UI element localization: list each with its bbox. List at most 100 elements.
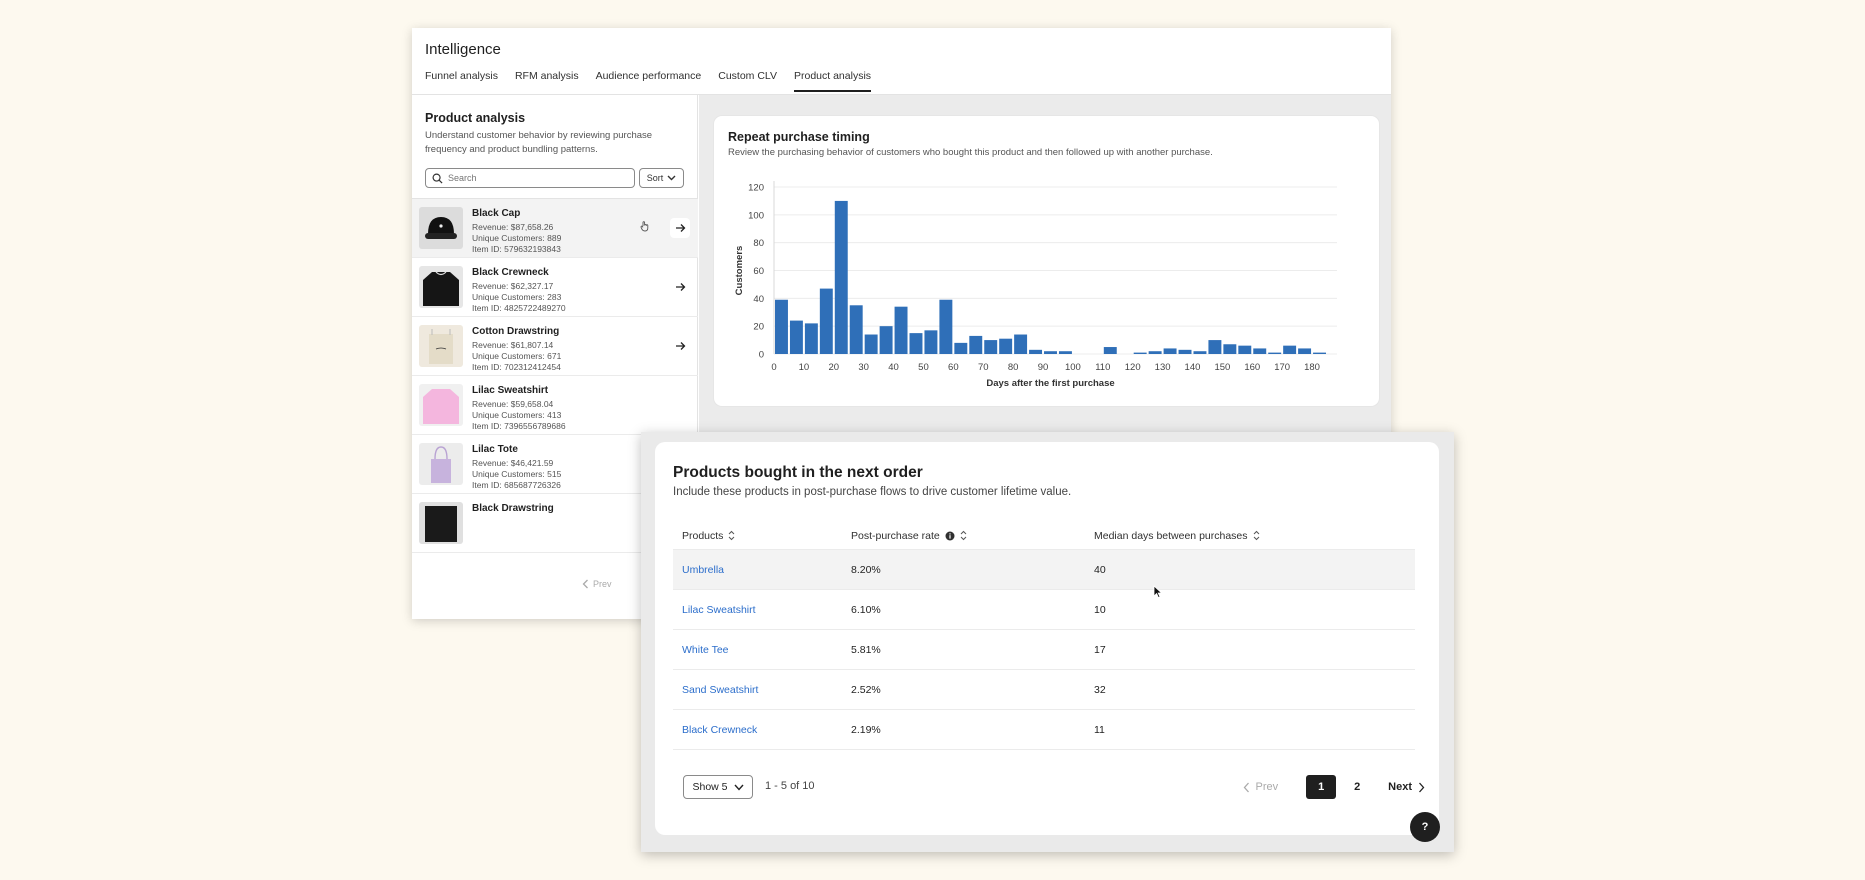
page-size-select[interactable]: Show 5 [683, 775, 753, 799]
product-item[interactable]: Lilac Sweatshirt Revenue: $59,658.04 Uni… [412, 376, 698, 435]
column-products[interactable]: Products [682, 522, 735, 549]
black-drawstring-thumbnail [419, 502, 463, 544]
column-median-days[interactable]: Median days between purchases [1094, 522, 1260, 549]
open-product-button[interactable] [670, 218, 690, 238]
next-label: Next [1388, 781, 1412, 793]
product-link[interactable]: Lilac Sweatshirt [682, 604, 756, 616]
product-revenue: Revenue: $59,658.04 [472, 399, 554, 409]
histogram-bar [804, 323, 818, 354]
prev-label: Prev [1255, 781, 1279, 793]
tab-audience-performance[interactable]: Audience performance [596, 70, 702, 92]
search-input[interactable] [448, 173, 628, 183]
y-tick-label: 60 [753, 266, 764, 277]
histogram-bar [1193, 351, 1207, 354]
page-2-button[interactable]: 2 [1342, 775, 1372, 799]
sort-icon[interactable] [960, 530, 967, 541]
product-link[interactable]: Sand Sweatshirt [682, 684, 758, 696]
table-row[interactable]: Lilac Sweatshirt 6.10% 10 [673, 590, 1415, 630]
histogram-bar [1283, 345, 1297, 354]
histogram-bar [879, 326, 893, 354]
page-1-button[interactable]: 1 [1306, 775, 1337, 799]
next-order-card: Products bought in the next order Includ… [655, 442, 1439, 835]
mouse-cursor-icon [1153, 585, 1163, 599]
x-tick-label: 30 [858, 362, 869, 373]
product-item[interactable]: Cotton Drawstring Revenue: $61,807.14 Un… [412, 317, 698, 376]
product-customers: Unique Customers: 413 [472, 410, 562, 420]
x-tick-label: 20 [828, 362, 839, 373]
page-size-label: Show 5 [692, 781, 728, 793]
y-axis-label: Customers [734, 246, 745, 296]
histogram-bar [1103, 347, 1117, 354]
next-page-button[interactable]: Next [1388, 781, 1425, 793]
x-tick-label: 170 [1274, 362, 1290, 373]
histogram-bar [775, 299, 788, 354]
sort-icon[interactable] [728, 530, 735, 541]
column-post-purchase-rate[interactable]: Post-purchase rate [851, 522, 967, 549]
info-icon[interactable] [945, 531, 955, 541]
x-tick-label: 150 [1214, 362, 1230, 373]
x-tick-label: 120 [1125, 362, 1141, 373]
product-name: Black Crewneck [472, 267, 549, 278]
arrow-right-icon [675, 224, 685, 232]
table-row[interactable]: Umbrella 8.20% 40 [673, 550, 1415, 590]
black-cap-thumbnail [419, 207, 463, 249]
median-days: 17 [1094, 643, 1106, 656]
chevron-left-icon[interactable] [582, 579, 589, 589]
column-label: Median days between purchases [1094, 529, 1248, 542]
histogram-bar [954, 342, 968, 354]
sidebar-prev-button[interactable]: Prev [593, 579, 612, 589]
hand-pointer-icon [640, 221, 649, 232]
product-item[interactable]: Black Cap Revenue: $87,658.26 Unique Cus… [412, 199, 698, 258]
product-name: Lilac Tote [472, 444, 518, 455]
tab-rfm-analysis[interactable]: RFM analysis [515, 70, 579, 92]
product-item-id: Item ID: 579632193843 [472, 244, 561, 254]
product-revenue: Revenue: $87,658.26 [472, 222, 554, 232]
sidebar-description: Understand customer behavior by reviewin… [425, 130, 653, 155]
product-link[interactable]: White Tee [682, 644, 729, 656]
x-tick-label: 90 [1038, 362, 1049, 373]
product-customers: Unique Customers: 671 [472, 351, 562, 361]
histogram-bar [939, 299, 953, 354]
chevron-down-icon [733, 784, 744, 791]
black-crewneck-thumbnail [419, 266, 463, 308]
histogram-bar [999, 338, 1013, 354]
histogram-bar [1044, 351, 1057, 354]
prev-page-button[interactable]: Prev [1243, 781, 1279, 793]
histogram-bar [819, 288, 833, 354]
arrow-right-icon [675, 283, 685, 291]
y-tick-label: 120 [748, 183, 764, 194]
table-row[interactable]: Black Crewneck 2.19% 11 [673, 710, 1415, 750]
product-item[interactable]: Black Crewneck Revenue: $62,327.17 Uniqu… [412, 258, 698, 317]
sort-button[interactable]: Sort [639, 168, 684, 188]
product-link[interactable]: Black Crewneck [682, 724, 757, 736]
table-header: Products Post-purchase rate Median days … [673, 522, 1415, 550]
tab-funnel-analysis[interactable]: Funnel analysis [425, 70, 498, 92]
open-product-button[interactable] [670, 336, 690, 356]
pagination: Prev 1 2 Next [1243, 775, 1425, 799]
chevron-left-icon [1243, 782, 1249, 792]
cotton-drawstring-thumbnail [419, 325, 463, 367]
x-axis-label: Days after the first purchase [986, 378, 1114, 389]
histogram-bar [1298, 348, 1312, 354]
histogram-bar [834, 200, 848, 354]
arrow-right-icon [675, 342, 685, 350]
search-box[interactable] [425, 168, 635, 188]
help-button[interactable]: ? [1410, 812, 1440, 842]
x-tick-label: 140 [1185, 362, 1201, 373]
histogram-bar [894, 306, 908, 354]
x-tick-label: 0 [771, 362, 776, 373]
x-tick-label: 180 [1304, 362, 1320, 373]
table-row[interactable]: White Tee 5.81% 17 [673, 630, 1415, 670]
sidebar-title: Product analysis [425, 111, 526, 125]
histogram-bar [1029, 349, 1043, 354]
tab-custom-clv[interactable]: Custom CLV [718, 70, 777, 92]
histogram-bar [1223, 344, 1237, 354]
table-row[interactable]: Sand Sweatshirt 2.52% 32 [673, 670, 1415, 710]
histogram-bar [789, 320, 803, 354]
sidebar-pagination: Prev [582, 579, 612, 589]
product-link[interactable]: Umbrella [682, 564, 724, 576]
tab-product-analysis[interactable]: Product analysis [793, 70, 872, 92]
sort-icon[interactable] [1253, 530, 1260, 541]
post-purchase-rate: 5.81% [851, 643, 881, 656]
open-product-button[interactable] [670, 277, 690, 297]
